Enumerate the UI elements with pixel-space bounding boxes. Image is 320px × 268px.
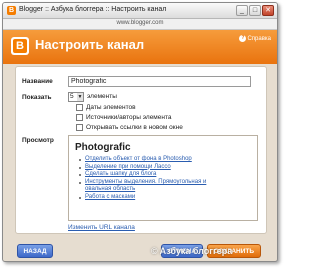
name-label: Название (22, 78, 53, 85)
save-button[interactable]: СОХРАНИТЬ (207, 244, 261, 258)
window-title: Blogger :: Азбука блоггера :: Настроить … (19, 6, 167, 13)
show-label: Показать (22, 94, 52, 101)
name-input[interactable] (68, 76, 251, 87)
address-bar: www.blogger.com (3, 19, 277, 30)
feed-preview: Photografic Отделить объект от фона в Ph… (68, 135, 258, 221)
checkbox[interactable] (76, 104, 83, 111)
preview-link[interactable]: Отделить объект от фона в Photoshop (79, 156, 251, 164)
show-count-value: 5 (70, 93, 74, 100)
preview-link[interactable]: Выделение при помощи Лассо (79, 164, 251, 172)
preview-link[interactable]: Сделать шапку для блога (79, 171, 251, 179)
blogger-favicon-icon: B (7, 6, 16, 15)
cancel-button[interactable]: ОТМЕНА (161, 244, 203, 258)
page-header: B Настроить канал ? Справка (3, 30, 277, 64)
checkbox[interactable] (76, 124, 83, 131)
blogger-logo-icon: B (11, 37, 29, 55)
help-label: Справка (247, 36, 271, 43)
checkbox[interactable] (76, 114, 83, 121)
copyright-symbol: © (151, 246, 158, 256)
preview-title: Photografic (75, 142, 131, 153)
settings-panel: Название Показать 5 ▼ элементы Даты элем… (15, 66, 267, 234)
checkbox-item-sources[interactable]: Источники/авторы элемента (76, 114, 172, 121)
preview-link-continuation[interactable]: овальная область (85, 186, 251, 194)
window-controls: _ □ ✕ (236, 5, 274, 16)
blogger-logo-letter: B (13, 39, 27, 53)
help-icon: ? (239, 35, 247, 42)
dropdown-arrow-icon: ▼ (77, 93, 83, 101)
show-suffix: элементы (87, 93, 117, 100)
address-url: www.blogger.com (116, 20, 164, 26)
close-button[interactable]: ✕ (262, 5, 274, 16)
dialog-window: B Blogger :: Азбука блоггера :: Настроит… (2, 2, 278, 262)
edit-feed-url-link[interactable]: Изменить URL канала (68, 224, 135, 231)
checkbox-label: Даты элементов (86, 104, 136, 111)
show-count-select[interactable]: 5 ▼ (68, 92, 84, 102)
title-bar[interactable]: B Blogger :: Азбука блоггера :: Настроит… (3, 3, 277, 19)
page-title: Настроить канал (35, 37, 145, 52)
checkbox-item-dates[interactable]: Даты элементов (76, 104, 136, 111)
preview-link[interactable]: Работа с масками (79, 194, 251, 202)
help-link[interactable]: ? Справка (239, 35, 271, 42)
preview-link[interactable]: Инструменты выделения. Прямоугольная и (79, 179, 251, 187)
maximize-button[interactable]: □ (249, 5, 261, 16)
back-button[interactable]: НАЗАД (17, 244, 53, 258)
preview-list: Отделить объект от фона в Photoshop Выде… (75, 156, 251, 202)
checkbox-item-new-window[interactable]: Открывать ссылки в новом окне (76, 124, 183, 131)
preview-label: Просмотр (22, 137, 54, 144)
checkbox-label: Источники/авторы элемента (86, 114, 172, 121)
checkbox-label: Открывать ссылки в новом окне (86, 124, 183, 131)
minimize-button[interactable]: _ (236, 5, 248, 16)
